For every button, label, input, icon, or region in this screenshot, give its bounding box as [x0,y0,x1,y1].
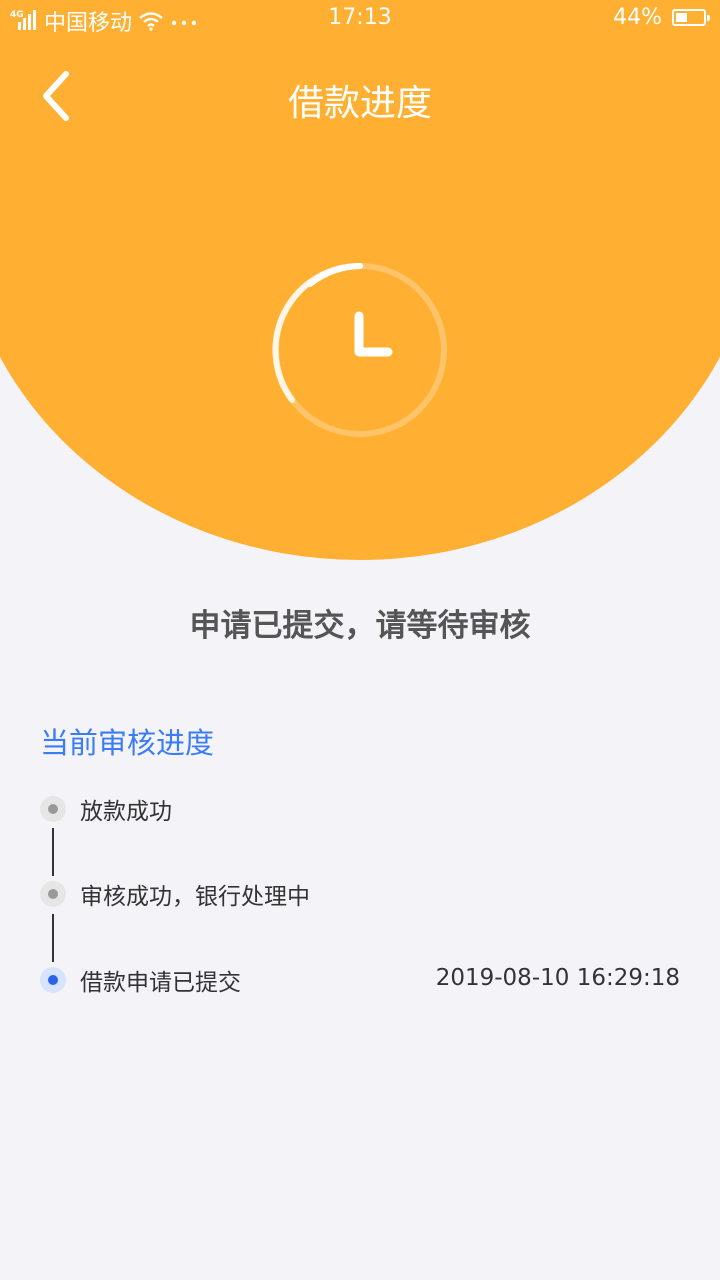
pending-clock-icon [272,262,447,437]
status-message: 申请已提交，请等待审核 [189,608,531,644]
timeline-dot [40,881,66,907]
page-title: 借款进度 [287,83,432,124]
timeline-dot-current [40,967,66,993]
battery-fill [676,13,687,22]
battery-icon [672,9,710,26]
status-right: 44% [613,5,710,30]
timeline-connector [52,828,54,876]
timeline-connector [52,914,54,962]
battery-percent: 44% [613,5,662,30]
timeline-item: 借款申请已提交 2019-08-10 16:29:18 [40,961,680,1001]
timeline-item: 放款成功 [40,790,680,830]
status-time: 17:13 [328,5,392,30]
timeline-label: 放款成功 [80,799,172,825]
timeline-time: 2019-08-10 16:29:18 [435,965,680,991]
nav-bar: 借款进度 [0,50,720,146]
loan-progress-screen: 4G 中国移动 17:13 44% 借款进度 申请已提交，请等待审核 当前审核进… [0,0,720,1280]
timeline-label: 审核成功，银行处理中 [80,884,310,910]
timeline-dot [40,796,66,822]
timeline-label: 借款申请已提交 [80,970,241,996]
status-bar: 4G 中国移动 17:13 44% [0,0,720,38]
section-title: 当前审核进度 [40,726,215,760]
timeline-item: 审核成功，银行处理中 [40,875,680,915]
